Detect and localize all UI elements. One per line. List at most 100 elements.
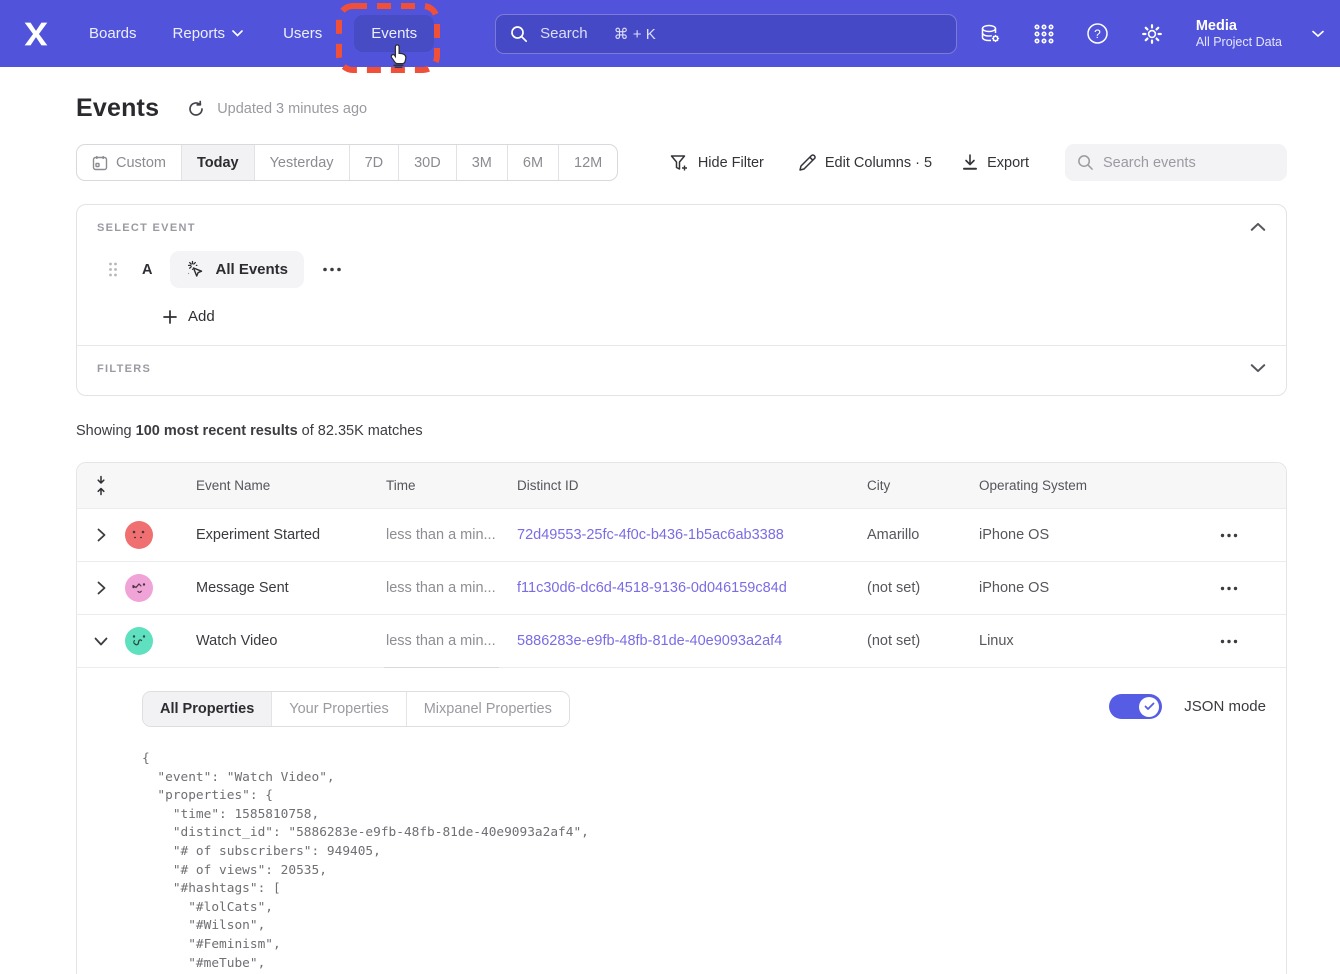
col-distinct-id[interactable]: Distinct ID	[517, 478, 867, 493]
nav-boards-label: Boards	[89, 25, 137, 42]
mixpanel-logo[interactable]	[20, 18, 52, 50]
project-name: Media	[1196, 17, 1282, 35]
col-operating-system[interactable]: Operating System	[979, 478, 1186, 493]
date-yesterday-label: Yesterday	[270, 155, 334, 171]
date-option-30d[interactable]: 30D	[398, 145, 456, 180]
drag-handle-icon[interactable]	[108, 262, 118, 277]
cell-time: less than a min...	[386, 580, 517, 596]
toggle-knob-check-icon	[1139, 697, 1159, 717]
tab-all-properties[interactable]: All Properties	[143, 692, 271, 726]
nav-events-label: Events	[371, 25, 417, 42]
col-city[interactable]: City	[867, 478, 979, 493]
cell-event-name: Experiment Started	[196, 527, 386, 543]
nav-item-events[interactable]: Events	[354, 15, 434, 52]
search-shortcut: ⌘ + K	[614, 25, 656, 43]
hide-filter-label: Hide Filter	[698, 155, 764, 171]
cell-os: iPhone OS	[979, 527, 1186, 543]
row-expand-chevron-right-icon[interactable]	[77, 581, 125, 595]
updated-timestamp: Updated 3 minutes ago	[217, 101, 367, 117]
apps-grid-icon[interactable]	[1032, 22, 1056, 46]
nav-item-boards[interactable]: Boards	[89, 25, 137, 42]
date-option-custom[interactable]: Custom	[77, 145, 181, 180]
properties-tabs: All Properties Your Properties Mixpanel …	[142, 691, 570, 727]
row-expand-chevron-right-icon[interactable]	[77, 528, 125, 542]
date-today-label: Today	[197, 155, 239, 171]
pencil-icon	[798, 154, 816, 172]
row-collapse-chevron-down-icon[interactable]	[77, 637, 125, 646]
date-option-6m[interactable]: 6M	[507, 145, 558, 180]
event-row-letter: A	[142, 262, 152, 278]
help-icon[interactable]: ?	[1086, 22, 1110, 46]
date-option-yesterday[interactable]: Yesterday	[254, 145, 349, 180]
expand-chevron-down-icon[interactable]	[1250, 360, 1266, 376]
date-30d-label: 30D	[414, 155, 441, 171]
selected-event-name: All Events	[215, 261, 288, 278]
nav-right-group: ? Media All Project Data	[978, 17, 1340, 51]
nav-item-users[interactable]: Users	[283, 25, 322, 42]
project-chevron-down-icon[interactable]	[1312, 30, 1324, 38]
global-search-placeholder: Search	[540, 25, 588, 42]
event-selector-button[interactable]: All Events	[170, 251, 304, 288]
row-more-button[interactable]	[1186, 586, 1286, 591]
edit-columns-button[interactable]: Edit Columns · 5	[798, 154, 932, 172]
event-row-more-button[interactable]	[322, 267, 342, 272]
event-avatar	[125, 574, 153, 602]
cell-distinct-id-link[interactable]: 5886283e-e9fb-48fb-81de-40e9093a2af4	[517, 633, 782, 649]
table-row[interactable]: Experiment Started less than a min... 72…	[77, 508, 1286, 561]
cell-distinct-id-link[interactable]: f11c30d6-dc6d-4518-9136-0d046159c84d	[517, 580, 787, 596]
add-label: Add	[188, 308, 215, 325]
row-more-button[interactable]	[1186, 639, 1286, 644]
query-builder-card: SELECT EVENT A	[76, 204, 1287, 396]
project-subtitle: All Project Data	[1196, 35, 1282, 51]
date-range-picker: Custom Today Yesterday 7D 30D 3M 6M 12M	[76, 144, 618, 181]
top-nav: Boards Reports Users Events Search ⌘ + K	[0, 0, 1340, 67]
date-option-7d[interactable]: 7D	[349, 145, 399, 180]
cell-os: Linux	[979, 633, 1186, 649]
json-mode-toggle[interactable]	[1109, 694, 1162, 719]
detail-divider-stub	[384, 667, 499, 668]
add-event-button[interactable]: Add	[163, 308, 215, 325]
tab-your-properties[interactable]: Your Properties	[271, 692, 405, 726]
search-icon	[510, 25, 528, 43]
cell-time: less than a min...	[386, 633, 517, 649]
date-option-12m[interactable]: 12M	[558, 145, 617, 180]
settings-gear-icon[interactable]	[1140, 22, 1164, 46]
refresh-icon[interactable]	[187, 100, 205, 118]
results-count: 100 most recent results	[136, 423, 298, 439]
table-row-expanded[interactable]: Watch Video less than a min... 5886283e-…	[77, 614, 1286, 667]
chevron-down-icon	[232, 30, 243, 37]
nav-users-label: Users	[283, 25, 322, 42]
sort-time-icon[interactable]	[77, 475, 125, 497]
col-event-name[interactable]: Event Name	[196, 478, 386, 493]
date-12m-label: 12M	[574, 155, 602, 171]
cell-os: iPhone OS	[979, 580, 1186, 596]
event-detail-panel: All Properties Your Properties Mixpanel …	[77, 667, 1286, 974]
cell-event-name: Watch Video	[196, 633, 386, 649]
svg-text:?: ?	[1095, 27, 1102, 41]
search-events-icon	[1077, 154, 1094, 171]
cell-time: less than a min...	[386, 527, 517, 543]
data-management-icon[interactable]	[978, 22, 1002, 46]
search-events-input[interactable]	[1103, 155, 1253, 171]
export-button[interactable]: Export	[962, 154, 1029, 171]
cell-distinct-id-link[interactable]: 72d49553-25fc-4f0c-b436-1b5ac6ab3388	[517, 527, 784, 543]
hide-filter-button[interactable]: Hide Filter	[670, 154, 764, 172]
date-option-today[interactable]: Today	[181, 145, 254, 180]
date-3m-label: 3M	[472, 155, 492, 171]
table-row[interactable]: Message Sent less than a min... f11c30d6…	[77, 561, 1286, 614]
event-avatar	[125, 627, 153, 655]
col-time[interactable]: Time	[386, 478, 517, 493]
event-query-row: A All Events	[97, 251, 1266, 288]
nav-item-reports[interactable]: Reports	[173, 25, 244, 42]
select-event-section: SELECT EVENT A	[77, 205, 1286, 345]
row-more-button[interactable]	[1186, 533, 1286, 538]
events-table: Event Name Time Distinct ID City Operati…	[76, 462, 1287, 974]
tab-mixpanel-properties[interactable]: Mixpanel Properties	[406, 692, 569, 726]
project-switcher[interactable]: Media All Project Data	[1196, 17, 1282, 51]
collapse-chevron-up-icon[interactable]	[1250, 219, 1266, 235]
results-suffix: of 82.35K matches	[298, 423, 423, 439]
calendar-icon	[92, 155, 108, 171]
date-option-3m[interactable]: 3M	[456, 145, 507, 180]
global-search[interactable]: Search ⌘ + K	[495, 14, 957, 54]
date-custom-label: Custom	[116, 155, 166, 171]
